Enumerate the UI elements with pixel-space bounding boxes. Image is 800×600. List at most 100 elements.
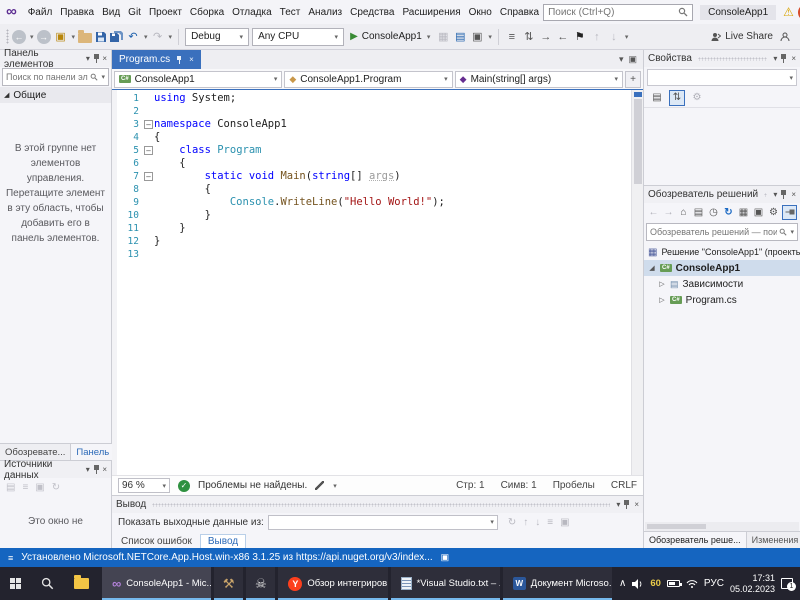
battery-percent-indicator[interactable]: 60: [650, 578, 661, 589]
column-indicator[interactable]: Симв: 1: [501, 480, 537, 491]
uncomment-icon[interactable]: ⇅: [522, 29, 536, 45]
close-icon[interactable]: ×: [102, 54, 107, 63]
menu-item-file[interactable]: Файл: [24, 5, 57, 20]
menu-item-analyze[interactable]: Анализ: [304, 5, 346, 20]
start-button[interactable]: [0, 567, 31, 600]
taskbar-task-visual-studio[interactable]: ∞ ConsoleApp1 - Mic...: [102, 567, 212, 600]
code-line[interactable]: static void Main(string[] args): [154, 170, 631, 183]
menu-item-git[interactable]: Git: [124, 5, 145, 20]
taskbar-search-button[interactable]: [31, 567, 64, 600]
window-position-icon[interactable]: ▾: [773, 54, 777, 63]
tab-error-list[interactable]: Список ошибок: [114, 535, 199, 548]
fold-collapse-icon[interactable]: –: [143, 118, 154, 131]
toolbar-grip[interactable]: [6, 29, 9, 44]
menu-item-build[interactable]: Сборка: [186, 5, 228, 20]
tab-git-changes[interactable]: Изменения Git — п...: [747, 532, 800, 548]
code-line[interactable]: {: [154, 131, 631, 144]
notification-warning-icon[interactable]: ⚠: [783, 5, 794, 19]
solution-explorer-search[interactable]: ▾: [646, 223, 798, 241]
taskbar-skull-app-button[interactable]: ☠: [246, 567, 276, 600]
split-window-button[interactable]: +: [624, 70, 641, 88]
code-line[interactable]: using System;: [154, 92, 631, 105]
tree-item-project[interactable]: ◢ C# ConsoleApp1: [644, 260, 800, 276]
outdent-icon[interactable]: ←: [556, 29, 570, 45]
preview-selected-items-icon[interactable]: [782, 205, 797, 220]
navigate-back-icon[interactable]: ←: [12, 29, 26, 44]
open-file-icon[interactable]: [78, 29, 93, 43]
menu-item-view[interactable]: Вид: [98, 5, 124, 20]
chevron-down-icon[interactable]: ▾: [30, 33, 34, 41]
menu-item-debug[interactable]: Отладка: [228, 5, 276, 20]
code-line[interactable]: }: [154, 222, 631, 235]
pin-icon[interactable]: [93, 54, 100, 63]
menu-item-extensions[interactable]: Расширения: [398, 5, 464, 20]
live-share-button[interactable]: Live Share: [711, 31, 773, 42]
solution-horizontal-scrollbar[interactable]: [645, 522, 799, 531]
close-icon[interactable]: ×: [189, 55, 194, 64]
language-indicator[interactable]: РУС: [704, 578, 724, 589]
toolbox-search-input[interactable]: [6, 72, 89, 82]
indent-icon[interactable]: →: [539, 29, 553, 45]
pin-icon[interactable]: [623, 500, 631, 509]
member-dropdown[interactable]: ◆ Main(string[] args) ▾: [454, 70, 623, 88]
collapse-all-icon[interactable]: ▣: [752, 207, 765, 218]
health-indicator-icon[interactable]: ✓: [178, 479, 190, 492]
close-icon[interactable]: ×: [791, 190, 796, 199]
menu-item-edit[interactable]: Правка: [56, 5, 98, 20]
comment-icon[interactable]: ≡: [505, 29, 519, 45]
grab-handle[interactable]: [764, 192, 768, 197]
battery-icon[interactable]: [666, 580, 682, 587]
code-content[interactable]: using System; namespace ConsoleApp1{ clas…: [154, 90, 631, 475]
chevron-down-icon[interactable]: ▾: [101, 73, 105, 81]
float-window-icon[interactable]: ▣: [628, 54, 637, 65]
taskbar-clock[interactable]: 17:31 05.02.2023: [730, 573, 775, 595]
categorized-view-icon[interactable]: ▤: [649, 90, 665, 106]
chevron-down-icon[interactable]: ▾: [333, 482, 337, 490]
window-position-icon[interactable]: ▾: [773, 190, 777, 199]
pin-icon[interactable]: [780, 190, 788, 199]
output-source-select[interactable]: ▾: [267, 514, 498, 530]
navigate-forward-icon[interactable]: →: [36, 29, 51, 44]
refresh-icon[interactable]: ↻: [722, 207, 735, 218]
find-in-files-icon[interactable]: ▤: [453, 29, 467, 45]
code-line[interactable]: Console.WriteLine("Hello World!");: [154, 196, 631, 209]
code-line[interactable]: [154, 105, 631, 118]
properties-wrench-icon[interactable]: ⚙: [767, 207, 780, 218]
chevron-down-icon[interactable]: ▾: [619, 54, 624, 65]
menu-item-project[interactable]: Проект: [145, 5, 186, 20]
start-debugging-button[interactable]: ▶ ConsoleApp1 ▾: [347, 31, 433, 42]
tree-item-solution[interactable]: ▦ Решение "ConsoleApp1" (проекты: 1 из 1…: [644, 244, 800, 260]
project-dropdown[interactable]: C# ConsoleApp1 ▾: [114, 70, 283, 88]
window-position-icon[interactable]: ▾: [86, 465, 90, 474]
code-line[interactable]: {: [154, 183, 631, 196]
pin-icon[interactable]: [176, 55, 183, 64]
fold-collapse-icon[interactable]: –: [143, 144, 154, 157]
volume-icon[interactable]: [632, 578, 644, 589]
toolbox-section-general[interactable]: ◢ Общие: [0, 87, 111, 103]
code-line[interactable]: namespace ConsoleApp1: [154, 118, 631, 131]
problems-label[interactable]: Проблемы не найдены.: [198, 480, 307, 491]
tree-item-dependencies[interactable]: ▷ ▤ Зависимости: [644, 276, 800, 292]
code-window-icon[interactable]: ▣: [470, 29, 484, 45]
grab-handle[interactable]: [697, 56, 768, 61]
spaces-indicator[interactable]: Пробелы: [553, 480, 595, 491]
tab-solution-explorer[interactable]: Обозреватель реше...: [644, 532, 747, 548]
chevron-down-icon[interactable]: ▾: [625, 33, 629, 41]
chevron-down-icon[interactable]: ▾: [72, 33, 76, 41]
switch-views-icon[interactable]: ▤: [692, 207, 705, 218]
close-icon[interactable]: ×: [102, 465, 107, 474]
close-icon[interactable]: ×: [791, 54, 796, 63]
pending-changes-filter-icon[interactable]: ◷: [707, 207, 720, 218]
code-line[interactable]: class Program: [154, 144, 631, 157]
menu-item-window[interactable]: Окно: [465, 5, 496, 20]
menu-item-test[interactable]: Тест: [276, 5, 305, 20]
ink-annotations-icon[interactable]: [315, 481, 325, 490]
feedback-icon[interactable]: [780, 32, 790, 42]
pin-icon[interactable]: [780, 54, 788, 63]
status-image-icon[interactable]: ▣: [441, 552, 450, 563]
taskbar-task-word[interactable]: W Документ Microso...: [502, 567, 612, 600]
taskbar-task-notepad[interactable]: *Visual Studio.txt – ...: [390, 567, 500, 600]
output-log-icon[interactable]: ≡: [8, 553, 13, 563]
line-indicator[interactable]: Стр: 1: [456, 480, 484, 491]
code-editor[interactable]: 1 2 3 4 5 6 7 8 9 10 11 12 13 – – – using System; names…: [112, 90, 643, 475]
